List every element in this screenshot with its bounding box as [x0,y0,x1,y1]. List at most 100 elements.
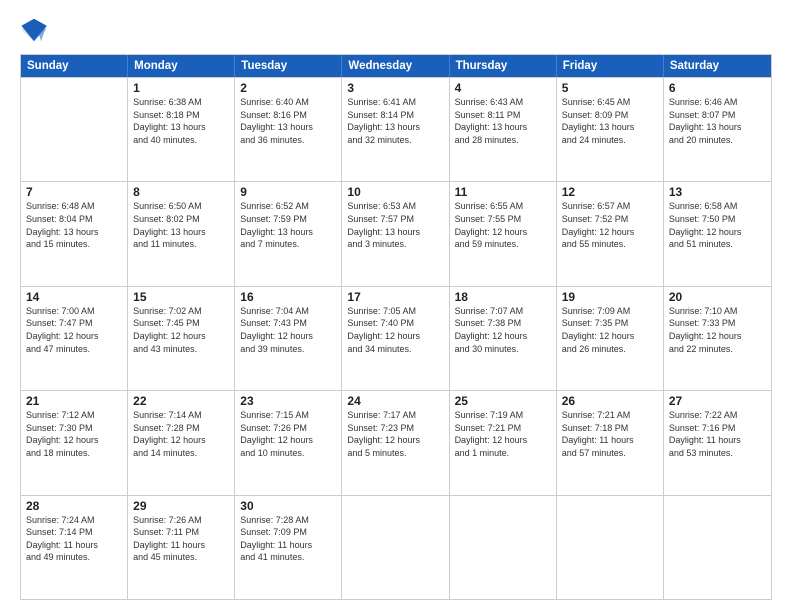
cell-info: Sunrise: 6:53 AM Sunset: 7:57 PM Dayligh… [347,200,443,250]
cell-info: Sunrise: 7:19 AM Sunset: 7:21 PM Dayligh… [455,409,551,459]
cell-info: Sunrise: 7:15 AM Sunset: 7:26 PM Dayligh… [240,409,336,459]
day-number: 24 [347,394,443,408]
cell-info: Sunrise: 6:41 AM Sunset: 8:14 PM Dayligh… [347,96,443,146]
header-day-friday: Friday [557,55,664,77]
cell-info: Sunrise: 6:57 AM Sunset: 7:52 PM Dayligh… [562,200,658,250]
cell-info: Sunrise: 7:05 AM Sunset: 7:40 PM Dayligh… [347,305,443,355]
cell-info: Sunrise: 6:46 AM Sunset: 8:07 PM Dayligh… [669,96,766,146]
cell-info: Sunrise: 7:22 AM Sunset: 7:16 PM Dayligh… [669,409,766,459]
calendar-cell: 22Sunrise: 7:14 AM Sunset: 7:28 PM Dayli… [128,391,235,494]
day-number: 8 [133,185,229,199]
day-number: 29 [133,499,229,513]
cell-info: Sunrise: 6:58 AM Sunset: 7:50 PM Dayligh… [669,200,766,250]
day-number: 27 [669,394,766,408]
day-number: 15 [133,290,229,304]
cell-info: Sunrise: 7:00 AM Sunset: 7:47 PM Dayligh… [26,305,122,355]
cell-info: Sunrise: 7:10 AM Sunset: 7:33 PM Dayligh… [669,305,766,355]
day-number: 5 [562,81,658,95]
calendar-header: SundayMondayTuesdayWednesdayThursdayFrid… [21,55,771,77]
day-number: 14 [26,290,122,304]
calendar-cell: 15Sunrise: 7:02 AM Sunset: 7:45 PM Dayli… [128,287,235,390]
header-day-sunday: Sunday [21,55,128,77]
day-number: 16 [240,290,336,304]
calendar-cell: 3Sunrise: 6:41 AM Sunset: 8:14 PM Daylig… [342,78,449,181]
calendar-body: 1Sunrise: 6:38 AM Sunset: 8:18 PM Daylig… [21,77,771,599]
calendar-cell: 6Sunrise: 6:46 AM Sunset: 8:07 PM Daylig… [664,78,771,181]
day-number: 20 [669,290,766,304]
day-number: 19 [562,290,658,304]
calendar-row-5: 28Sunrise: 7:24 AM Sunset: 7:14 PM Dayli… [21,495,771,599]
calendar-cell [21,78,128,181]
header-day-tuesday: Tuesday [235,55,342,77]
cell-info: Sunrise: 7:14 AM Sunset: 7:28 PM Dayligh… [133,409,229,459]
cell-info: Sunrise: 7:21 AM Sunset: 7:18 PM Dayligh… [562,409,658,459]
header-day-monday: Monday [128,55,235,77]
calendar-row-4: 21Sunrise: 7:12 AM Sunset: 7:30 PM Dayli… [21,390,771,494]
header-day-saturday: Saturday [664,55,771,77]
day-number: 13 [669,185,766,199]
calendar-cell [557,496,664,599]
cell-info: Sunrise: 7:28 AM Sunset: 7:09 PM Dayligh… [240,514,336,564]
day-number: 7 [26,185,122,199]
day-number: 23 [240,394,336,408]
day-number: 18 [455,290,551,304]
calendar-cell: 2Sunrise: 6:40 AM Sunset: 8:16 PM Daylig… [235,78,342,181]
day-number: 28 [26,499,122,513]
calendar-cell [450,496,557,599]
calendar-cell: 13Sunrise: 6:58 AM Sunset: 7:50 PM Dayli… [664,182,771,285]
calendar-cell: 25Sunrise: 7:19 AM Sunset: 7:21 PM Dayli… [450,391,557,494]
day-number: 30 [240,499,336,513]
calendar-cell: 19Sunrise: 7:09 AM Sunset: 7:35 PM Dayli… [557,287,664,390]
logo-icon [20,16,48,44]
cell-info: Sunrise: 6:40 AM Sunset: 8:16 PM Dayligh… [240,96,336,146]
calendar-cell: 18Sunrise: 7:07 AM Sunset: 7:38 PM Dayli… [450,287,557,390]
day-number: 11 [455,185,551,199]
cell-info: Sunrise: 6:50 AM Sunset: 8:02 PM Dayligh… [133,200,229,250]
cell-info: Sunrise: 7:24 AM Sunset: 7:14 PM Dayligh… [26,514,122,564]
calendar-cell: 23Sunrise: 7:15 AM Sunset: 7:26 PM Dayli… [235,391,342,494]
day-number: 10 [347,185,443,199]
calendar-row-2: 7Sunrise: 6:48 AM Sunset: 8:04 PM Daylig… [21,181,771,285]
calendar-cell: 10Sunrise: 6:53 AM Sunset: 7:57 PM Dayli… [342,182,449,285]
calendar-cell: 4Sunrise: 6:43 AM Sunset: 8:11 PM Daylig… [450,78,557,181]
cell-info: Sunrise: 6:48 AM Sunset: 8:04 PM Dayligh… [26,200,122,250]
cell-info: Sunrise: 6:45 AM Sunset: 8:09 PM Dayligh… [562,96,658,146]
calendar-cell [342,496,449,599]
cell-info: Sunrise: 6:52 AM Sunset: 7:59 PM Dayligh… [240,200,336,250]
logo [20,16,50,44]
calendar-cell: 21Sunrise: 7:12 AM Sunset: 7:30 PM Dayli… [21,391,128,494]
calendar-cell: 5Sunrise: 6:45 AM Sunset: 8:09 PM Daylig… [557,78,664,181]
day-number: 25 [455,394,551,408]
calendar-cell [664,496,771,599]
calendar-cell: 11Sunrise: 6:55 AM Sunset: 7:55 PM Dayli… [450,182,557,285]
calendar-cell: 29Sunrise: 7:26 AM Sunset: 7:11 PM Dayli… [128,496,235,599]
cell-info: Sunrise: 6:43 AM Sunset: 8:11 PM Dayligh… [455,96,551,146]
day-number: 3 [347,81,443,95]
cell-info: Sunrise: 7:26 AM Sunset: 7:11 PM Dayligh… [133,514,229,564]
calendar-cell: 8Sunrise: 6:50 AM Sunset: 8:02 PM Daylig… [128,182,235,285]
cell-info: Sunrise: 7:02 AM Sunset: 7:45 PM Dayligh… [133,305,229,355]
header-day-wednesday: Wednesday [342,55,449,77]
cell-info: Sunrise: 7:07 AM Sunset: 7:38 PM Dayligh… [455,305,551,355]
calendar-row-3: 14Sunrise: 7:00 AM Sunset: 7:47 PM Dayli… [21,286,771,390]
calendar-cell: 16Sunrise: 7:04 AM Sunset: 7:43 PM Dayli… [235,287,342,390]
calendar-row-1: 1Sunrise: 6:38 AM Sunset: 8:18 PM Daylig… [21,77,771,181]
calendar-cell: 17Sunrise: 7:05 AM Sunset: 7:40 PM Dayli… [342,287,449,390]
calendar-cell: 14Sunrise: 7:00 AM Sunset: 7:47 PM Dayli… [21,287,128,390]
calendar-cell: 9Sunrise: 6:52 AM Sunset: 7:59 PM Daylig… [235,182,342,285]
cell-info: Sunrise: 7:17 AM Sunset: 7:23 PM Dayligh… [347,409,443,459]
header-day-thursday: Thursday [450,55,557,77]
day-number: 9 [240,185,336,199]
cell-info: Sunrise: 6:38 AM Sunset: 8:18 PM Dayligh… [133,96,229,146]
day-number: 22 [133,394,229,408]
calendar-cell: 30Sunrise: 7:28 AM Sunset: 7:09 PM Dayli… [235,496,342,599]
calendar-cell: 7Sunrise: 6:48 AM Sunset: 8:04 PM Daylig… [21,182,128,285]
day-number: 12 [562,185,658,199]
calendar-cell: 20Sunrise: 7:10 AM Sunset: 7:33 PM Dayli… [664,287,771,390]
calendar-cell: 27Sunrise: 7:22 AM Sunset: 7:16 PM Dayli… [664,391,771,494]
cell-info: Sunrise: 7:09 AM Sunset: 7:35 PM Dayligh… [562,305,658,355]
day-number: 26 [562,394,658,408]
day-number: 6 [669,81,766,95]
cell-info: Sunrise: 7:12 AM Sunset: 7:30 PM Dayligh… [26,409,122,459]
day-number: 17 [347,290,443,304]
